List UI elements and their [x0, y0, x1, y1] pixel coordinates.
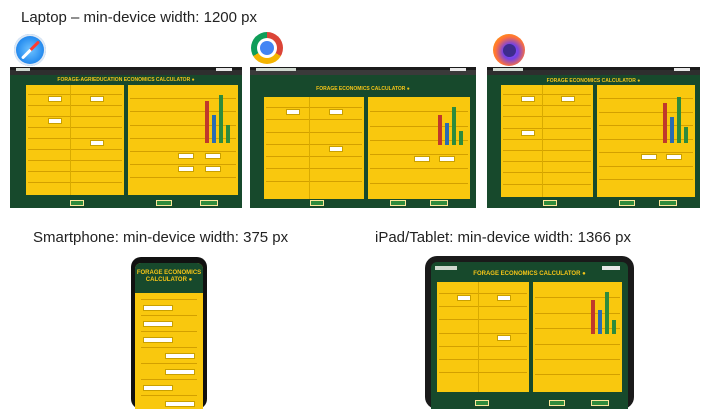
print-button[interactable]	[659, 200, 677, 206]
reset-button[interactable]	[156, 200, 172, 206]
results-panel	[533, 282, 622, 392]
chrome-screenshot: FORAGE ECONOMICS CALCULATOR ●	[250, 67, 476, 208]
reset-button[interactable]	[549, 400, 565, 406]
tablet-screen: FORAGE ECONOMICS CALCULATOR ●	[431, 262, 628, 409]
app-title: FORAGE-AGRIEDUCATION ECONOMICS CALCULATO…	[57, 77, 195, 83]
smartphone-caption: Smartphone: min-device width: 375 px	[33, 229, 289, 246]
app-title: FORAGE ECONOMICS CALCULATOR ●	[316, 86, 410, 92]
firefox-icon	[493, 34, 525, 66]
app-title: FORAGE ECONOMICS CALCULATOR ●	[546, 78, 641, 84]
inputs-panel	[264, 97, 364, 199]
inputs-panel	[26, 85, 124, 195]
calculate-button[interactable]	[70, 200, 84, 206]
calculate-button[interactable]	[475, 400, 489, 406]
results-bar-chart	[589, 290, 619, 334]
smartphone-screen: FORAGE ECONOMICS CALCULATOR ●	[135, 263, 203, 409]
calculate-button[interactable]	[310, 200, 324, 206]
calculate-button[interactable]	[543, 200, 557, 206]
smartphone-device: FORAGE ECONOMICS CALCULATOR ●	[131, 257, 207, 409]
reset-button[interactable]	[619, 200, 635, 206]
app-title: FORAGE ECONOMICS CALCULATOR ●	[135, 263, 203, 293]
reset-button[interactable]	[390, 200, 406, 206]
print-button[interactable]	[430, 200, 448, 206]
results-bar-chart	[203, 93, 233, 143]
safari-screenshot: FORAGE-AGRIEDUCATION ECONOMICS CALCULATO…	[10, 67, 242, 208]
results-bar-chart	[661, 93, 691, 143]
results-panel	[128, 85, 238, 195]
inputs-panel	[501, 85, 593, 197]
firefox-screenshot: FORAGE ECONOMICS CALCULATOR ●	[487, 67, 700, 208]
results-panel	[368, 97, 470, 199]
print-button[interactable]	[591, 400, 609, 406]
print-button[interactable]	[200, 200, 218, 206]
tablet-caption: iPad/Tablet: min-device width: 1366 px	[375, 229, 631, 246]
chrome-icon	[251, 32, 283, 64]
results-bar-chart	[436, 105, 466, 145]
app-title: FORAGE ECONOMICS CALCULATOR ●	[473, 271, 586, 277]
laptop-caption: Laptop – min-device width: 1200 px	[21, 9, 257, 26]
tablet-device: FORAGE ECONOMICS CALCULATOR ●	[425, 256, 634, 409]
safari-icon	[14, 34, 46, 66]
results-panel	[597, 85, 695, 197]
inputs-panel	[437, 282, 529, 392]
